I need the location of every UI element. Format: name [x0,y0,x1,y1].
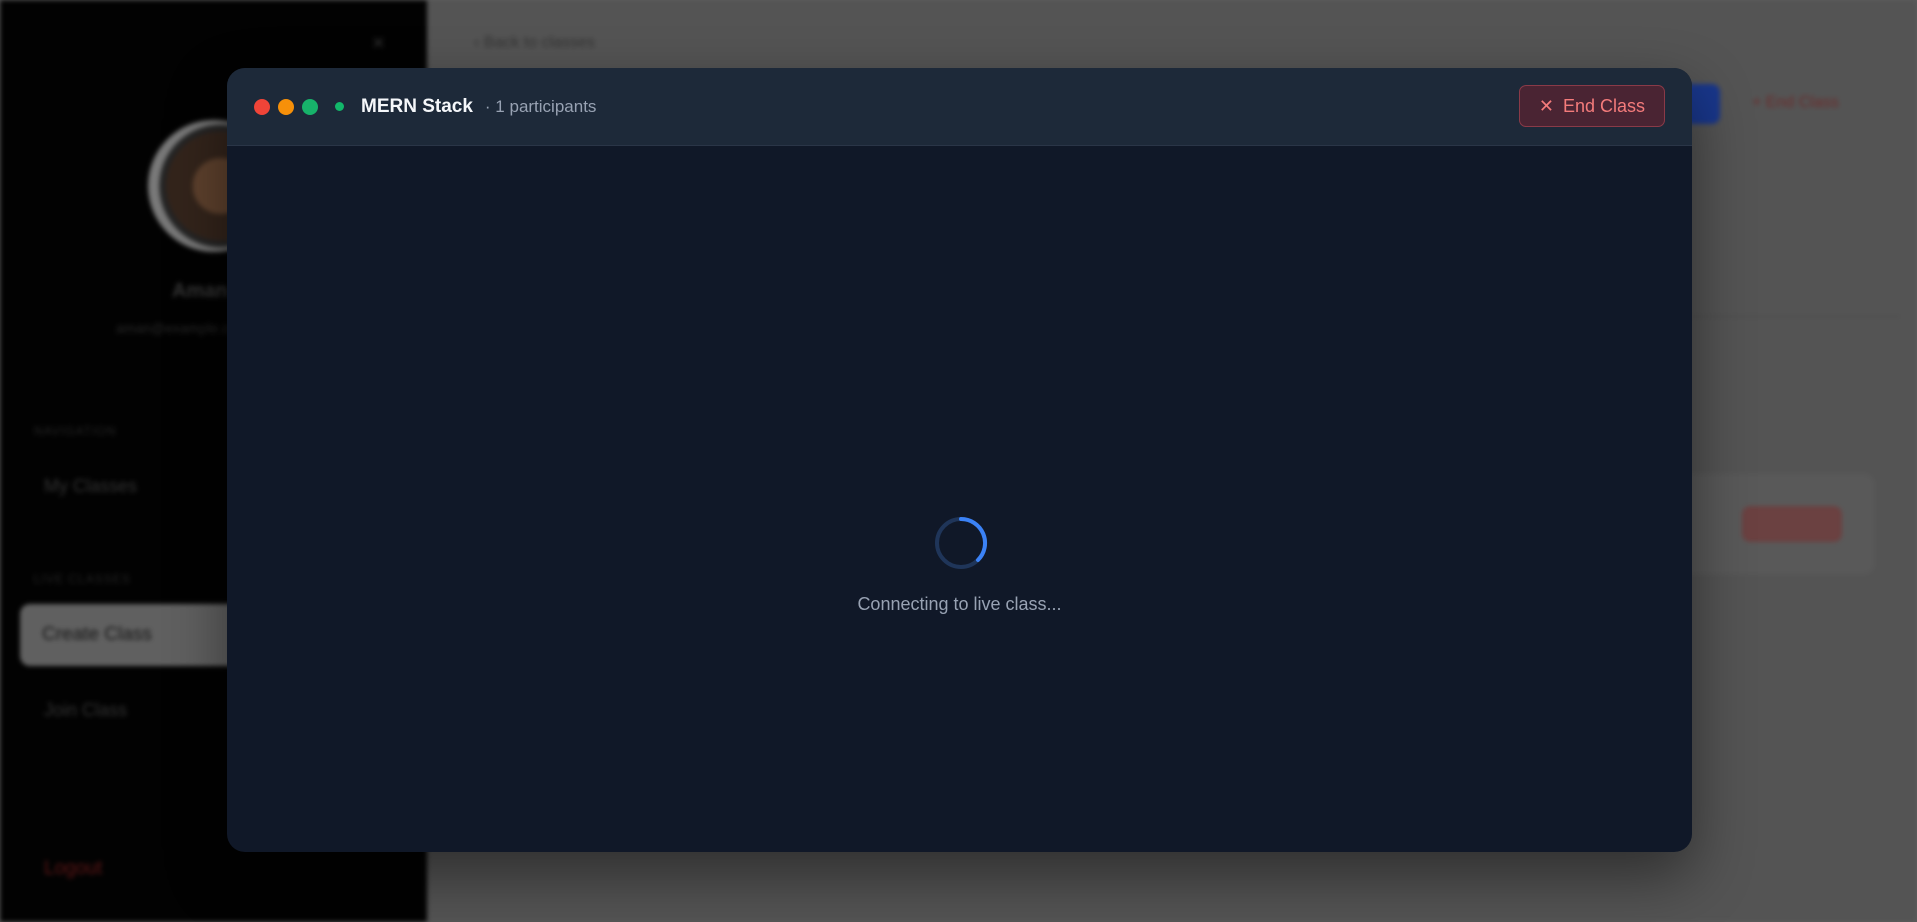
participant-count: · 1 participants [484,96,597,116]
modal-header: MERN Stack · 1 participants ✕ End Class [227,68,1692,146]
window-controls [254,98,318,115]
video-area: Connecting to live class... [227,146,1692,852]
live-class-modal: MERN Stack · 1 participants ✕ End Class … [227,68,1692,852]
close-window-dot[interactable] [254,98,270,115]
close-icon: ✕ [1538,95,1555,116]
maximize-window-dot[interactable] [302,98,318,115]
end-class-label: End Class [1563,95,1646,116]
minimize-window-dot[interactable] [278,98,294,115]
loading-spinner-icon [935,516,988,569]
class-title: MERN Stack [361,95,473,117]
end-class-button[interactable]: ✕ End Class [1519,85,1665,127]
connection-status: Connecting to live class... [857,594,1062,614]
live-indicator-dot [335,102,344,111]
